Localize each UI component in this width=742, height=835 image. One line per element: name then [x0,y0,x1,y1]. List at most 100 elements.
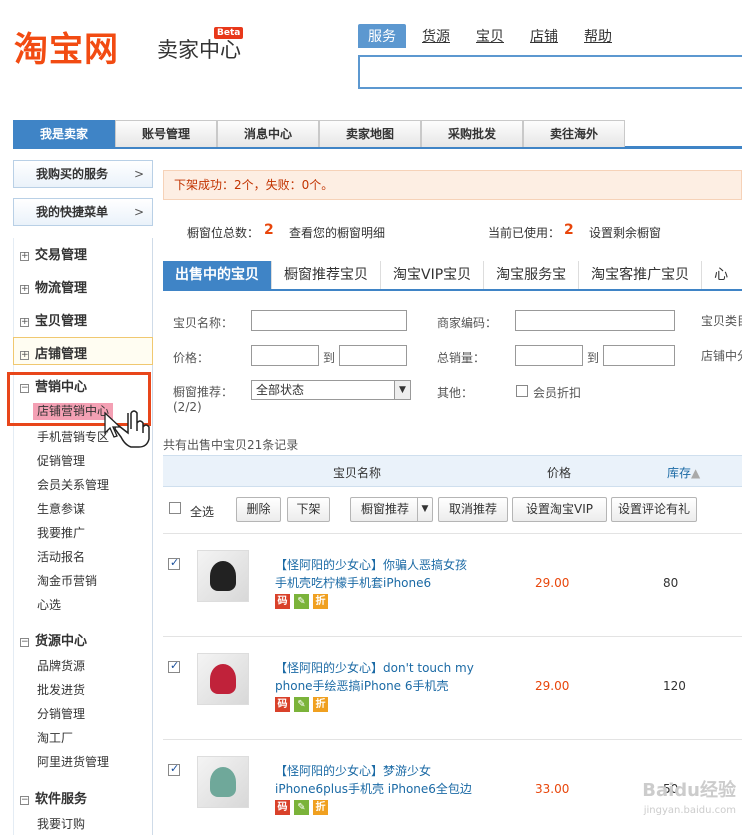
chevron-right-icon: > [133,167,144,181]
sales-max-input[interactable] [603,345,675,366]
tab-on-sale[interactable]: 出售中的宝贝 [163,261,272,289]
shortcut-menu-button[interactable]: 我的快捷菜单 > [13,198,153,226]
nav-messages[interactable]: 消息中心 [217,120,319,147]
nav-overseas[interactable]: 卖往海外 [523,120,625,147]
sidebar-item-brand-supply[interactable]: 品牌货源 [37,657,85,674]
success-banner: 下架成功：2个，失败：0个。 [163,170,742,200]
product-title-link[interactable]: 【怪阿阳的少女心】你骗人恶搞女孩手机壳吃柠檬手机套iPhone6 [275,556,475,592]
sidebar-item-business-advisor[interactable]: 生意参谋 [37,500,85,517]
select-all-label: 全选 [190,505,215,519]
sidebar-group-supply[interactable]: − 货源中心 [20,630,87,649]
select-all-checkbox[interactable] [169,502,181,514]
watermark-main: Baidu经验 [642,780,736,801]
row-checkbox[interactable] [168,556,180,570]
set-window-link[interactable]: 设置剩余橱窗 [589,224,661,241]
sidebar-group-marketing[interactable]: − 营销中心 [20,376,87,395]
my-services-button[interactable]: 我购买的服务 > [13,160,153,188]
product-badges: 码 ✎ 折 [275,800,328,815]
nav-seller-map[interactable]: 卖家地图 [319,120,421,147]
sidebar-group-label: 宝贝管理 [35,314,88,329]
code-badge-icon: 码 [275,697,290,712]
sidebar-item-wholesale[interactable]: 批发进货 [37,681,85,698]
product-title-link[interactable]: 【怪阿阳的少女心】don't touch my phone手绘恶搞iPhone … [275,659,475,695]
dropdown-arrow-icon: ▼ [417,498,432,521]
window-recommend-button[interactable]: 橱窗推荐 ▼ [350,497,433,522]
member-discount-label: 会员折扣 [533,386,582,400]
product-thumbnail[interactable] [197,653,249,705]
tab-service[interactable]: 淘宝服务宝 [484,261,580,289]
record-count: 共有出售中宝贝21条记录 [163,438,299,452]
sort-up-icon: ▲ [691,466,701,480]
discount-badge-icon: 折 [313,800,328,815]
search-tab-item[interactable]: 宝贝 [466,24,514,48]
product-badges: 码 ✎ 折 [275,594,328,609]
expand-icon: + [20,350,29,360]
search-input[interactable] [358,55,742,89]
set-vip-button[interactable]: 设置淘宝VIP [512,497,607,522]
merchant-code-input[interactable] [515,310,675,331]
price-max-input[interactable] [339,345,407,366]
sidebar-group-software[interactable]: − 软件服务 [20,788,87,807]
sidebar-group-items[interactable]: + 宝贝管理 [20,310,87,329]
sales-to-label: 到 [587,351,600,365]
col-stock[interactable]: 库存▲ [667,464,700,481]
tab-more[interactable]: 心 [702,261,740,289]
tab-vip[interactable]: 淘宝VIP宝贝 [381,261,485,289]
window-recommend-label: 橱窗推荐 [361,502,410,516]
filter-price-label: 价格： [173,351,210,365]
tab-taobaoke[interactable]: 淘宝客推广宝贝 [579,261,703,289]
nav-wholesale[interactable]: 采购批发 [421,120,523,147]
sidebar-item-xinxuan[interactable]: 心选 [37,596,61,613]
hand-cursor-icon [104,410,150,448]
shortcut-menu-label: 我的快捷菜单 [36,205,109,219]
sidebar-item-subscribe[interactable]: 我要订购 [37,815,85,832]
window-detail-link[interactable]: 查看您的橱窗明细 [289,224,385,241]
sidebar-item-factory[interactable]: 淘工厂 [37,729,73,746]
window-total-value: 2 [264,222,274,238]
window-status-select[interactable]: 全部状态 ▼ [251,380,411,400]
cancel-recommend-button[interactable]: 取消推荐 [438,497,508,522]
nav-account[interactable]: 账号管理 [115,120,217,147]
watermark-sub: jingyan.baidu.com [643,805,736,816]
sidebar-item-crm[interactable]: 会员关系管理 [37,476,109,493]
row-checkbox[interactable] [168,762,180,776]
sidebar-item-promote[interactable]: 我要推广 [37,524,85,541]
product-thumbnail[interactable] [197,756,249,808]
filter-other-label: 其他： [437,386,474,400]
search-tab-supply[interactable]: 货源 [412,24,460,48]
item-name-input[interactable] [251,310,407,331]
row-checkbox[interactable] [168,659,180,673]
sidebar-item-events[interactable]: 活动报名 [37,548,85,565]
col-price[interactable]: 价格 [547,464,571,481]
sales-min-input[interactable] [515,345,583,366]
discount-badge-icon: 折 [313,697,328,712]
sidebar-item-distribution[interactable]: 分销管理 [37,705,85,722]
offshelf-button[interactable]: 下架 [287,497,330,522]
code-badge-icon: 码 [275,594,290,609]
product-price: 33.00 [535,782,570,796]
sidebar-group-shop[interactable]: + 店铺管理 [20,343,87,362]
set-review-gift-button[interactable]: 设置评论有礼 [611,497,697,522]
taobao-logo[interactable]: 淘宝网 [14,22,119,71]
filter-name-label: 宝贝名称： [173,316,234,330]
sidebar-item-promotion[interactable]: 促销管理 [37,452,85,469]
product-title-link[interactable]: 【怪阿阳的少女心】梦游少女iPhone6plus手机壳 iPhone6全包边 [275,762,475,798]
product-thumbnail[interactable] [197,550,249,602]
edit-badge-icon: ✎ [294,697,309,712]
filter-window-label: 橱窗推荐： [173,385,234,399]
tab-window-recommend[interactable]: 橱窗推荐宝贝 [272,261,381,289]
sidebar-group-trade[interactable]: + 交易管理 [20,244,87,263]
delete-button[interactable]: 删除 [236,497,281,522]
search-tab-service[interactable]: 服务 [358,24,406,48]
search-tab-help[interactable]: 帮助 [574,24,622,48]
edit-badge-icon: ✎ [294,800,309,815]
member-discount-checkbox[interactable] [516,385,528,397]
sidebar-group-logistics[interactable]: + 物流管理 [20,277,87,296]
nav-i-am-seller[interactable]: 我是卖家 [13,120,115,147]
sidebar-item-ali-purchase[interactable]: 阿里进货管理 [37,753,109,770]
sidebar-item-coins[interactable]: 淘金币营销 [37,572,97,589]
price-to-label: 到 [323,351,336,365]
price-min-input[interactable] [251,345,319,366]
sidebar-item-mobile-marketing[interactable]: 手机营销专区 [37,428,109,445]
search-tab-shop[interactable]: 店铺 [520,24,568,48]
